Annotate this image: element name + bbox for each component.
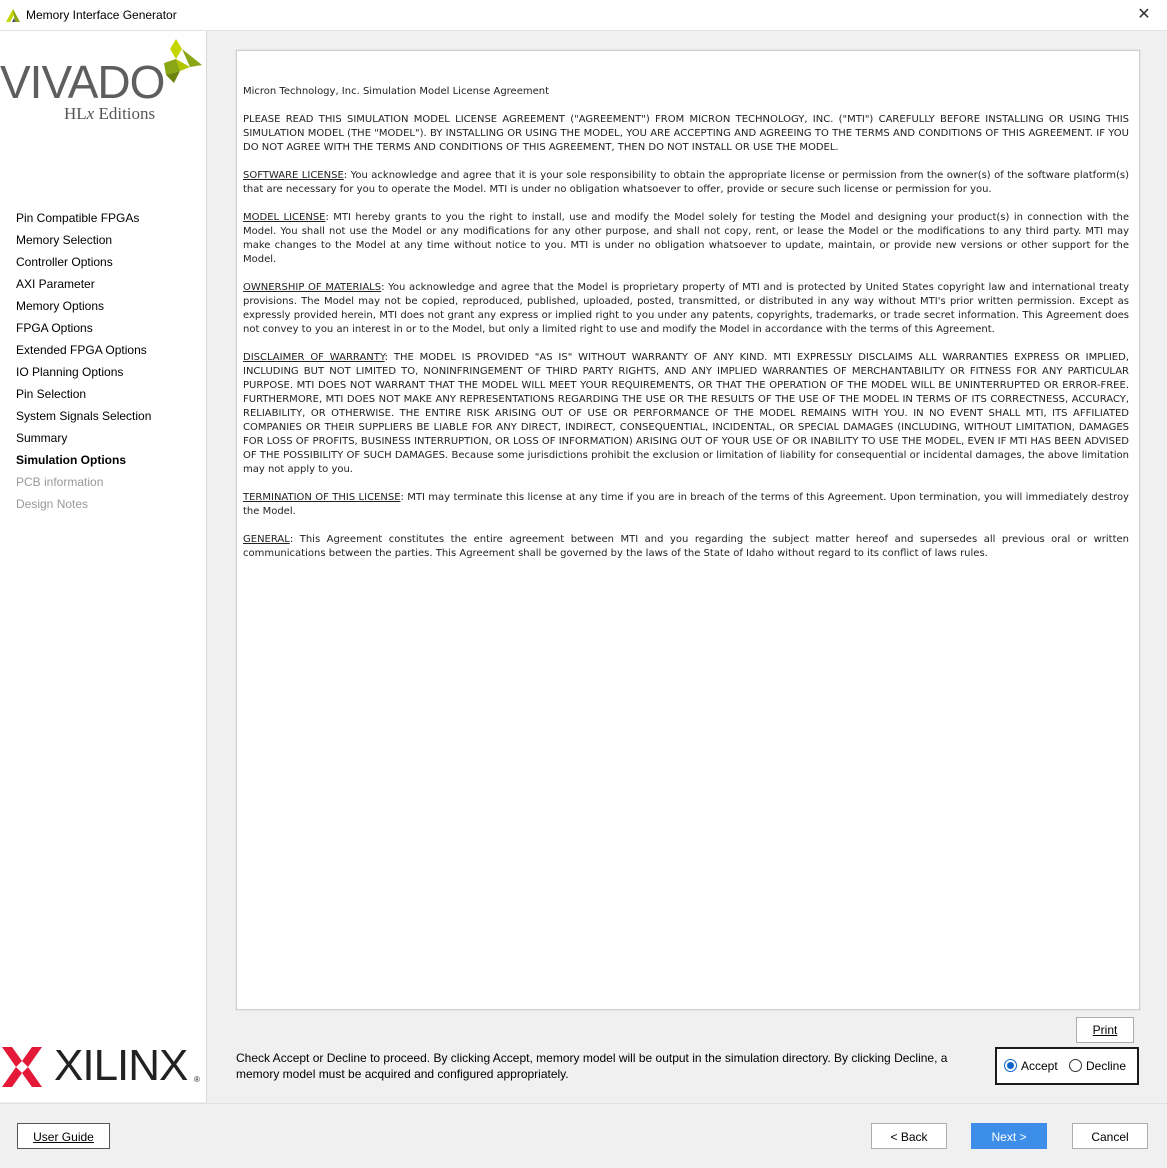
license-section: DISCLAIMER OF WARRANTY: THE MODEL IS PRO…: [243, 351, 1129, 477]
sidebar-item-axi-parameter[interactable]: AXI Parameter: [16, 275, 151, 297]
back-button[interactable]: < Back: [871, 1123, 947, 1149]
sidebar-item-system-signals-selection[interactable]: System Signals Selection: [16, 407, 151, 429]
license-section-body: : This Agreement constitutes the entire …: [243, 534, 1129, 559]
sidebar-item-controller-options[interactable]: Controller Options: [16, 253, 151, 275]
cancel-button[interactable]: Cancel: [1072, 1123, 1148, 1149]
license-choice-group: Accept Decline: [995, 1047, 1139, 1085]
sidebar-item-fpga-options[interactable]: FPGA Options: [16, 319, 151, 341]
license-section: OWNERSHIP OF MATERIALS: You acknowledge …: [243, 281, 1129, 337]
accept-label: Accept: [1021, 1059, 1058, 1073]
window-title: Memory Interface Generator: [26, 8, 177, 22]
sidebar: VIVADO HLx Editions Pin Compatible FPGAs…: [0, 31, 207, 1102]
license-section-title: GENERAL: [243, 534, 290, 545]
sidebar-item-pin-selection[interactable]: Pin Selection: [16, 385, 151, 407]
vivado-edition-label: HLx Editions: [64, 104, 156, 123]
close-icon[interactable]: ✕: [1121, 0, 1167, 30]
vivado-logo: VIVADO HLx Editions: [0, 35, 206, 147]
vivado-leaf-icon: [164, 39, 202, 83]
sidebar-item-design-notes: Design Notes: [16, 497, 89, 511]
user-guide-button[interactable]: User Guide: [17, 1123, 110, 1149]
back-label: < Back: [890, 1130, 928, 1144]
license-section: TERMINATION OF THIS LICENSE: MTI may ter…: [243, 491, 1129, 519]
wizard-steps: Pin Compatible FPGAs Memory Selection Cont…: [16, 209, 151, 517]
license-section-title: OWNERSHIP OF MATERIALS: [243, 282, 382, 293]
sidebar-item-memory-options[interactable]: Memory Options: [16, 297, 151, 319]
license-section: SOFTWARE LICENSE: You acknowledge and ag…: [243, 169, 1129, 197]
xilinx-logo: XILINX ®: [0, 1039, 206, 1090]
radio-unchecked-icon[interactable]: [1069, 1059, 1082, 1072]
sidebar-item-simulation-options[interactable]: Simulation Options: [16, 451, 151, 473]
license-heading: Micron Technology, Inc. Simulation Model…: [243, 86, 550, 97]
sidebar-item-summary[interactable]: Summary: [16, 429, 151, 451]
license-section-title: DISCLAIMER OF WARRANTY: [243, 352, 385, 363]
xilinx-x-icon: [2, 1047, 42, 1087]
title-bar: Memory Interface Generator ✕: [0, 0, 1167, 31]
xilinx-wordmark: XILINX: [54, 1041, 188, 1090]
license-document: Micron Technology, Inc. Simulation Model…: [243, 85, 1129, 575]
sidebar-item-memory-selection[interactable]: Memory Selection: [16, 231, 151, 253]
radio-checked-icon[interactable]: [1004, 1059, 1017, 1072]
accept-instructions: Check Accept or Decline to proceed. By c…: [236, 1051, 948, 1081]
print-button-label: Print: [1092, 1023, 1118, 1037]
license-section: GENERAL: This Agreement constitutes the …: [243, 533, 1129, 561]
user-guide-label: User Guide: [33, 1130, 94, 1144]
license-section: MODEL LICENSE: MTI hereby grants to you …: [243, 211, 1129, 267]
next-button[interactable]: Next >: [971, 1123, 1047, 1149]
sidebar-item-io-planning-options[interactable]: IO Planning Options: [16, 363, 151, 385]
license-section-body: : You acknowledge and agree that it is y…: [243, 170, 1129, 195]
decline-label: Decline: [1086, 1059, 1127, 1073]
license-section-title: TERMINATION OF THIS LICENSE: [243, 492, 401, 503]
sidebar-item-pcb-information: PCB information: [16, 475, 104, 489]
vivado-wordmark: VIVADO: [0, 56, 165, 108]
xilinx-app-icon: [6, 9, 20, 22]
registered-mark: ®: [194, 1075, 200, 1084]
sidebar-item-pin-compatible-fpgas[interactable]: Pin Compatible FPGAs: [16, 209, 151, 231]
license-section-title: SOFTWARE LICENSE: [243, 170, 344, 181]
next-label: Next >: [991, 1130, 1027, 1144]
cancel-label: Cancel: [1091, 1130, 1129, 1144]
license-intro: PLEASE READ THIS SIMULATION MODEL LICENS…: [243, 114, 1129, 153]
footer: User Guide < Back Next > Cancel: [0, 1103, 1167, 1168]
license-section-body: : MTI hereby grants to you the right to …: [243, 212, 1129, 265]
license-section-title: MODEL LICENSE: [243, 212, 326, 223]
print-button[interactable]: Print: [1076, 1017, 1134, 1043]
license-text-area[interactable]: Micron Technology, Inc. Simulation Model…: [236, 50, 1140, 1010]
license-section-body: : THE MODEL IS PROVIDED "AS IS" WITHOUT …: [243, 352, 1130, 475]
sidebar-item-extended-fpga-options[interactable]: Extended FPGA Options: [16, 341, 151, 363]
